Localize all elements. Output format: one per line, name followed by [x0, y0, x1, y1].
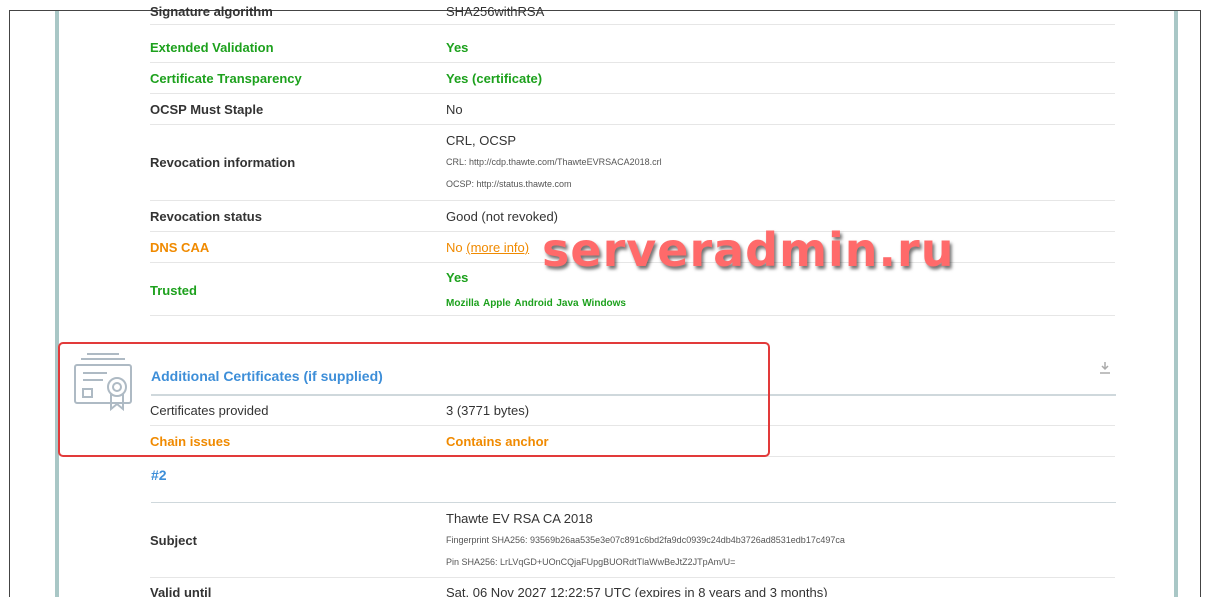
table-row-extended-validation: Extended Validation Yes [150, 33, 1115, 63]
ocsp-must-staple-value: No [446, 102, 463, 117]
subject-pin: Pin SHA256: LrLVqGD+UOnCQjaFUpgBUORdtTla… [446, 557, 736, 567]
ocsp-must-staple-label: OCSP Must Staple [150, 102, 264, 117]
left-accent-bar [55, 11, 59, 597]
trusted-value: Yes [446, 270, 469, 285]
certificate-number-heading: #2 [151, 467, 167, 483]
certificate-transparency-label: Certificate Transparency [150, 71, 302, 86]
certificate-transparency-value: Yes (certificate) [446, 71, 543, 86]
watermark: serveradmin.ru [542, 223, 955, 277]
trust-store-mozilla: Mozilla [446, 298, 480, 309]
revocation-information-label: Revocation information [150, 155, 296, 170]
subject-label: Subject [150, 533, 197, 548]
table-row-revocation-information: Revocation information CRL, OCSP CRL: ht… [150, 125, 1115, 201]
extended-validation-value: Yes [446, 40, 469, 55]
trusted-label: Trusted [150, 283, 197, 298]
table-row-valid-until: Valid until Sat, 06 Nov 2027 12:22:57 UT… [150, 578, 1115, 597]
valid-until-label: Valid until [150, 585, 212, 597]
trust-store-android: Android [514, 298, 553, 309]
revocation-information-value: CRL, OCSP [446, 133, 517, 148]
subject-value: Thawte EV RSA CA 2018 [446, 511, 593, 526]
trust-store-windows: Windows [582, 298, 626, 309]
extended-validation-label: Extended Validation [150, 40, 274, 55]
dns-caa-more-info-link[interactable]: (more info) [466, 240, 529, 255]
ocsp-url: OCSP: http://status.thawte.com [446, 179, 572, 189]
trust-stores: Mozilla Apple Android Java Windows [446, 294, 626, 309]
table-row-ocsp-must-staple: OCSP Must Staple No [150, 94, 1115, 125]
dns-caa-value-group: No (more info) [446, 240, 529, 255]
revocation-status-value: Good (not revoked) [446, 209, 559, 224]
signature-algorithm-label: Signature algorithm [150, 4, 273, 19]
dns-caa-value: No [446, 240, 463, 255]
subject-fingerprint: Fingerprint SHA256: 93569b26aa535e3e07c8… [446, 535, 845, 545]
trust-store-java: Java [556, 298, 579, 309]
highlight-box [58, 342, 770, 457]
table-row-subject: Subject Thawte EV RSA CA 2018 Fingerprin… [150, 503, 1115, 578]
revocation-status-label: Revocation status [150, 209, 262, 224]
valid-until-value: Sat, 06 Nov 2027 12:22:57 UTC (expires i… [446, 585, 828, 597]
right-accent-bar [1174, 11, 1178, 597]
dns-caa-label: DNS CAA [150, 240, 210, 255]
download-icon[interactable] [1099, 361, 1111, 375]
table-row-signature-algorithm: Signature algorithm SHA256withRSA [150, 4, 1115, 25]
crl-url: CRL: http://cdp.thawte.com/ThawteEVRSACA… [446, 157, 662, 167]
trust-store-apple: Apple [482, 298, 511, 309]
signature-algorithm-value: SHA256withRSA [446, 4, 545, 19]
table-row-certificate-transparency: Certificate Transparency Yes (certificat… [150, 63, 1115, 94]
